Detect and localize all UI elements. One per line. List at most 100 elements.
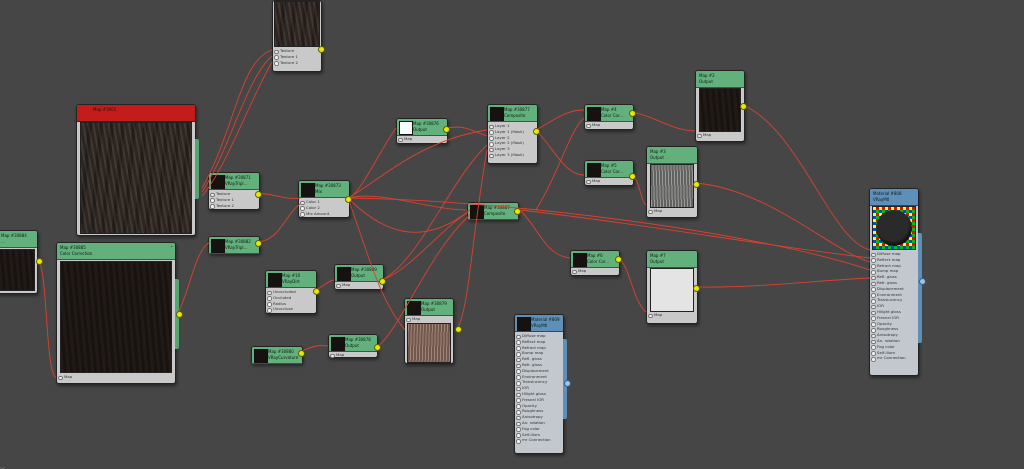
input-slot[interactable]: Texture 2	[273, 60, 319, 66]
output-port[interactable]	[919, 278, 926, 285]
output-port[interactable]	[443, 126, 450, 133]
selected-texture-node[interactable]: Map #3001	[76, 104, 199, 236]
vray-dirt-node[interactable]: Map #10 VRayDirt Unoccluded Occluded Rad…	[265, 270, 317, 314]
output-port[interactable]	[564, 380, 571, 387]
node-header[interactable]: Map #30887 Composite	[468, 203, 518, 220]
node-header[interactable]: Map #30882 VRayTripl...	[209, 237, 259, 254]
slot-label: Environment	[877, 291, 902, 297]
output-port[interactable]	[36, 258, 43, 265]
mix-node[interactable]: Map #30873 Mix Color 1 Color 2 Mix Amoun…	[298, 180, 350, 218]
output-port[interactable]	[255, 240, 262, 247]
node-header[interactable]: Map #3 Output	[647, 147, 697, 164]
node-header[interactable]: Map #6 Color Cor...	[571, 251, 619, 268]
slot-label: Refr. gloss	[522, 361, 542, 367]
input-slot[interactable]: Map	[397, 136, 447, 143]
output-port[interactable]	[455, 326, 462, 333]
output-port[interactable]	[693, 285, 700, 292]
node-header[interactable]: Map #3001	[77, 105, 195, 122]
vray-material-node[interactable]: Material #808 VRayMtl Diffuse map Reflect…	[869, 188, 922, 376]
output-node[interactable]: Map #2 Output Map	[695, 70, 745, 142]
input-slot[interactable]: Map	[405, 316, 453, 323]
slot-label: Refr. gloss	[877, 279, 897, 285]
output-port[interactable]	[629, 110, 636, 117]
node-header[interactable]: Map #2 Output	[696, 71, 744, 88]
input-slot[interactable]: Unoccluse	[266, 306, 316, 313]
output-port[interactable]	[379, 278, 386, 285]
slot-label: mr Connection	[877, 355, 906, 361]
node-header[interactable]: Map #7 Output	[647, 251, 697, 268]
vray-material-node[interactable]: Material #809 VRayMtl Diffuse map Reflect…	[514, 314, 567, 454]
slot-label: Hilight gloss	[522, 390, 546, 396]
node-header[interactable]: Map #30884 ...	[0, 231, 37, 248]
output-port[interactable]	[313, 288, 320, 295]
output-node[interactable]: Map #30889 Output Map	[334, 264, 384, 290]
bitmap-texture-node[interactable]: Texture Texture 1 Texture 2	[272, 0, 322, 72]
slot-label: Reflect map	[522, 338, 546, 344]
output-strip	[563, 339, 567, 419]
slot-label: Self-illum	[522, 431, 541, 437]
output-node[interactable]: Map #3 Output Map	[646, 146, 698, 218]
node-header[interactable]: Map #4 Color Cor...	[585, 105, 633, 122]
node-header[interactable]: Map #30885 Color Correction –	[57, 243, 175, 260]
node-header[interactable]: Map #30877 Composite	[488, 105, 537, 122]
input-slot[interactable]: Map	[696, 132, 711, 139]
output-port[interactable]	[345, 196, 352, 203]
node-header[interactable]: Map #30889 Output	[335, 265, 383, 282]
input-slot[interactable]: mr Connection	[515, 437, 563, 444]
output-port[interactable]	[615, 256, 622, 263]
slot-label: An. rotation	[877, 337, 900, 343]
material-preview	[872, 206, 916, 250]
input-slot[interactable]: Layer 3 (Mask)	[488, 152, 537, 159]
slot-label: Diffuse map	[522, 333, 546, 338]
composite-node[interactable]: Map #30877 Composite Layer 1 Layer 1 (Ma…	[487, 104, 538, 164]
node-header[interactable]: Material #808 VRayMtl	[870, 189, 918, 206]
input-slot[interactable]: Map	[571, 268, 619, 275]
node-header[interactable]: Map #10 VRayDirt	[266, 271, 316, 288]
output-node[interactable]: Map #30878 Output Map	[328, 334, 378, 359]
partial-texture-node[interactable]: Map #30884 ...	[0, 230, 38, 294]
node-header[interactable]: Map #30879 Output	[405, 299, 453, 316]
color-correction-node[interactable]: Map #4 Color Cor... Map	[584, 104, 634, 130]
output-port[interactable]	[533, 128, 540, 135]
texture-preview	[274, 1, 320, 47]
color-correction-node[interactable]: Map #6 Color Cor... Map	[570, 250, 620, 276]
node-header[interactable]: Map #30876 Output	[397, 119, 447, 136]
color-correction-node[interactable]: Map #5 Color Cor... Map	[584, 160, 634, 186]
input-slot[interactable]: Map	[647, 208, 662, 215]
vray-triplanar-node[interactable]: Map #30871 VRayTripl... Texture Texture …	[208, 172, 260, 210]
output-node[interactable]: Map #30879 Output Map	[404, 298, 454, 364]
input-slot[interactable]: Map	[57, 374, 72, 381]
node-header[interactable]: Map #30878 Output	[329, 335, 377, 352]
output-node[interactable]: Map #7 Output Map	[646, 250, 698, 324]
texture-preview	[80, 122, 192, 234]
input-slot[interactable]: Map	[647, 312, 662, 319]
color-correction-node[interactable]: Map #30885 Color Correction – Map	[56, 242, 179, 384]
input-slot[interactable]: mr Connection	[870, 355, 916, 362]
output-node[interactable]: Map #30876 Output Map	[396, 118, 448, 144]
output-port[interactable]	[740, 103, 747, 110]
output-port[interactable]	[514, 208, 521, 215]
input-slot[interactable]: Texture 2	[209, 203, 259, 209]
input-slot[interactable]: Map	[329, 352, 377, 359]
node-header[interactable]: Material #809 VRayMtl	[515, 315, 563, 332]
node-header[interactable]: Map #30873 Mix	[299, 181, 349, 198]
input-slot[interactable]: Mix Amount	[299, 211, 349, 217]
node-header[interactable]: Map #30871 VRayTripl...	[209, 173, 259, 190]
node-header[interactable]: Map #5 Color Cor...	[585, 161, 633, 178]
output-port[interactable]	[318, 46, 325, 53]
input-slot[interactable]: Map	[335, 282, 383, 289]
vray-triplanar-node[interactable]: Map #30882 VRayTripl...	[208, 236, 260, 254]
output-port[interactable]	[693, 181, 700, 188]
input-slot[interactable]: Map	[585, 178, 633, 185]
slot-label: Anisotropy	[522, 414, 543, 420]
output-port[interactable]	[374, 344, 381, 351]
output-port[interactable]	[176, 311, 183, 318]
output-port[interactable]	[298, 350, 305, 357]
output-port[interactable]	[629, 173, 636, 180]
vray-curvature-node[interactable]: Map #30880 VRayCurvature	[251, 346, 303, 364]
input-slot[interactable]: Map	[585, 122, 633, 129]
output-port[interactable]	[255, 191, 262, 198]
texture-preview	[650, 268, 694, 312]
composite-node[interactable]: Map #30887 Composite	[467, 202, 519, 220]
node-header[interactable]: Map #30880 VRayCurvature	[252, 347, 302, 364]
